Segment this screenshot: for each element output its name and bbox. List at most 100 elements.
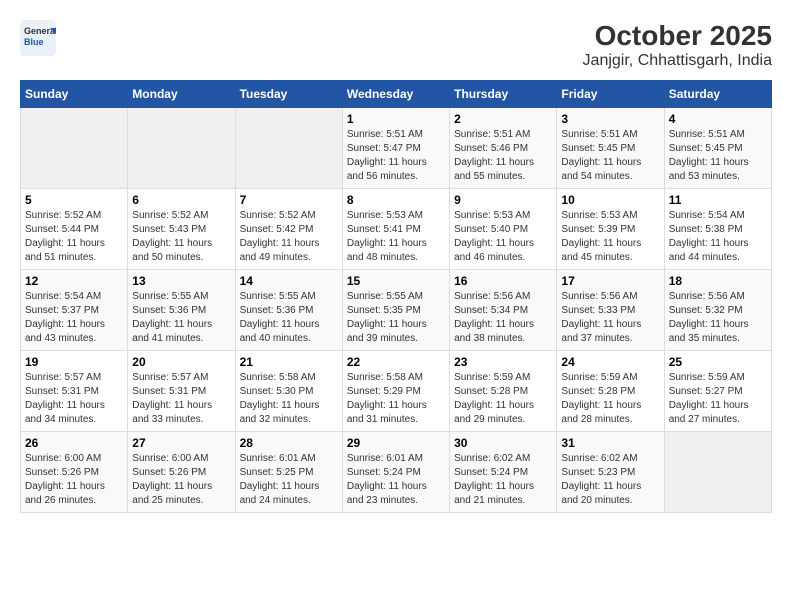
day-info: Sunrise: 6:02 AM Sunset: 5:23 PM Dayligh… [561,452,659,508]
calendar-cell: 13 Sunrise: 5:55 AM Sunset: 5:36 PM Dayli… [128,270,235,351]
day-info: Sunrise: 5:52 AM Sunset: 5:44 PM Dayligh… [25,209,123,265]
header-day-saturday: Saturday [664,81,771,108]
day-info: Sunrise: 5:55 AM Sunset: 5:36 PM Dayligh… [132,290,230,346]
day-info: Sunrise: 5:59 AM Sunset: 5:28 PM Dayligh… [561,371,659,427]
header-day-sunday: Sunday [21,81,128,108]
svg-text:Blue: Blue [24,37,44,47]
calendar-cell: 2 Sunrise: 5:51 AM Sunset: 5:46 PM Daylig… [450,108,557,189]
day-number: 18 [669,274,767,288]
calendar-cell: 1Sunrise: 5:51 AM Sunset: 5:47 PM Daylig… [342,108,449,189]
day-info: Sunrise: 5:51 AM Sunset: 5:45 PM Dayligh… [561,128,659,184]
day-number: 16 [454,274,552,288]
header-day-friday: Friday [557,81,664,108]
day-number: 8 [347,193,445,207]
calendar-cell: 6 Sunrise: 5:52 AM Sunset: 5:43 PM Daylig… [128,189,235,270]
calendar-cell: 11 Sunrise: 5:54 AM Sunset: 5:38 PM Dayli… [664,189,771,270]
header-day-monday: Monday [128,81,235,108]
page-subtitle: Janjgir, Chhattisgarh, India [583,52,772,70]
day-info: Sunrise: 5:52 AM Sunset: 5:43 PM Dayligh… [132,209,230,265]
calendar-cell [235,108,342,189]
day-info: Sunrise: 5:59 AM Sunset: 5:27 PM Dayligh… [669,371,767,427]
calendar-week-4: 19Sunrise: 5:57 AM Sunset: 5:31 PM Dayli… [21,351,772,432]
calendar-cell: 25 Sunrise: 5:59 AM Sunset: 5:27 PM Dayli… [664,351,771,432]
day-number: 14 [240,274,338,288]
svg-text:General: General [24,26,56,36]
day-info: Sunrise: 6:00 AM Sunset: 5:26 PM Dayligh… [25,452,123,508]
calendar-cell: 9Sunrise: 5:53 AM Sunset: 5:40 PM Daylig… [450,189,557,270]
day-info: Sunrise: 5:55 AM Sunset: 5:36 PM Dayligh… [240,290,338,346]
day-number: 25 [669,355,767,369]
calendar-week-1: 1Sunrise: 5:51 AM Sunset: 5:47 PM Daylig… [21,108,772,189]
calendar-cell: 30 Sunrise: 6:02 AM Sunset: 5:24 PM Dayli… [450,432,557,513]
day-info: Sunrise: 6:01 AM Sunset: 5:24 PM Dayligh… [347,452,445,508]
header-day-tuesday: Tuesday [235,81,342,108]
day-info: Sunrise: 5:56 AM Sunset: 5:33 PM Dayligh… [561,290,659,346]
day-number: 2 [454,112,552,126]
calendar-cell: 5Sunrise: 5:52 AM Sunset: 5:44 PM Daylig… [21,189,128,270]
day-number: 10 [561,193,659,207]
day-number: 21 [240,355,338,369]
day-number: 7 [240,193,338,207]
day-number: 13 [132,274,230,288]
day-number: 6 [132,193,230,207]
calendar-cell [128,108,235,189]
calendar-cell: 19Sunrise: 5:57 AM Sunset: 5:31 PM Dayli… [21,351,128,432]
header-day-thursday: Thursday [450,81,557,108]
day-number: 29 [347,436,445,450]
day-info: Sunrise: 5:54 AM Sunset: 5:37 PM Dayligh… [25,290,123,346]
calendar-cell: 4 Sunrise: 5:51 AM Sunset: 5:45 PM Daylig… [664,108,771,189]
day-info: Sunrise: 5:51 AM Sunset: 5:45 PM Dayligh… [669,128,767,184]
day-info: Sunrise: 5:56 AM Sunset: 5:32 PM Dayligh… [669,290,767,346]
header: General Blue October 2025 Janjgir, Chhat… [20,20,772,70]
calendar-table: SundayMondayTuesdayWednesdayThursdayFrid… [20,80,772,513]
day-number: 20 [132,355,230,369]
calendar-cell: 28Sunrise: 6:01 AM Sunset: 5:25 PM Dayli… [235,432,342,513]
calendar-cell: 24 Sunrise: 5:59 AM Sunset: 5:28 PM Dayli… [557,351,664,432]
calendar-cell: 12 Sunrise: 5:54 AM Sunset: 5:37 PM Dayli… [21,270,128,351]
day-number: 4 [669,112,767,126]
day-info: Sunrise: 5:58 AM Sunset: 5:30 PM Dayligh… [240,371,338,427]
day-number: 1 [347,112,445,126]
calendar-cell: 27 Sunrise: 6:00 AM Sunset: 5:26 PM Dayli… [128,432,235,513]
day-info: Sunrise: 5:59 AM Sunset: 5:28 PM Dayligh… [454,371,552,427]
day-info: Sunrise: 5:54 AM Sunset: 5:38 PM Dayligh… [669,209,767,265]
day-number: 12 [25,274,123,288]
day-info: Sunrise: 5:57 AM Sunset: 5:31 PM Dayligh… [132,371,230,427]
calendar-cell: 16 Sunrise: 5:56 AM Sunset: 5:34 PM Dayli… [450,270,557,351]
calendar-header-row: SundayMondayTuesdayWednesdayThursdayFrid… [21,81,772,108]
page-title: October 2025 [583,20,772,52]
day-info: Sunrise: 6:01 AM Sunset: 5:25 PM Dayligh… [240,452,338,508]
day-info: Sunrise: 6:00 AM Sunset: 5:26 PM Dayligh… [132,452,230,508]
calendar-cell: 3 Sunrise: 5:51 AM Sunset: 5:45 PM Daylig… [557,108,664,189]
calendar-cell: 26Sunrise: 6:00 AM Sunset: 5:26 PM Dayli… [21,432,128,513]
day-info: Sunrise: 5:53 AM Sunset: 5:41 PM Dayligh… [347,209,445,265]
day-number: 30 [454,436,552,450]
calendar-cell: 22Sunrise: 5:58 AM Sunset: 5:29 PM Dayli… [342,351,449,432]
day-number: 15 [347,274,445,288]
calendar-cell: 17Sunrise: 5:56 AM Sunset: 5:33 PM Dayli… [557,270,664,351]
calendar-cell: 18 Sunrise: 5:56 AM Sunset: 5:32 PM Dayli… [664,270,771,351]
calendar-week-3: 12 Sunrise: 5:54 AM Sunset: 5:37 PM Dayli… [21,270,772,351]
day-info: Sunrise: 5:58 AM Sunset: 5:29 PM Dayligh… [347,371,445,427]
calendar-cell [664,432,771,513]
day-number: 9 [454,193,552,207]
calendar-cell: 14 Sunrise: 5:55 AM Sunset: 5:36 PM Dayli… [235,270,342,351]
calendar-week-2: 5Sunrise: 5:52 AM Sunset: 5:44 PM Daylig… [21,189,772,270]
day-number: 27 [132,436,230,450]
day-number: 31 [561,436,659,450]
calendar-cell [21,108,128,189]
day-number: 11 [669,193,767,207]
logo: General Blue [20,20,56,56]
day-number: 24 [561,355,659,369]
calendar-cell: 21 Sunrise: 5:58 AM Sunset: 5:30 PM Dayli… [235,351,342,432]
day-info: Sunrise: 5:55 AM Sunset: 5:35 PM Dayligh… [347,290,445,346]
day-info: Sunrise: 6:02 AM Sunset: 5:24 PM Dayligh… [454,452,552,508]
calendar-week-5: 26Sunrise: 6:00 AM Sunset: 5:26 PM Dayli… [21,432,772,513]
calendar-cell: 7Sunrise: 5:52 AM Sunset: 5:42 PM Daylig… [235,189,342,270]
calendar-cell: 8 Sunrise: 5:53 AM Sunset: 5:41 PM Daylig… [342,189,449,270]
day-info: Sunrise: 5:53 AM Sunset: 5:39 PM Dayligh… [561,209,659,265]
calendar-cell: 10 Sunrise: 5:53 AM Sunset: 5:39 PM Dayli… [557,189,664,270]
day-info: Sunrise: 5:51 AM Sunset: 5:46 PM Dayligh… [454,128,552,184]
day-number: 3 [561,112,659,126]
day-info: Sunrise: 5:56 AM Sunset: 5:34 PM Dayligh… [454,290,552,346]
